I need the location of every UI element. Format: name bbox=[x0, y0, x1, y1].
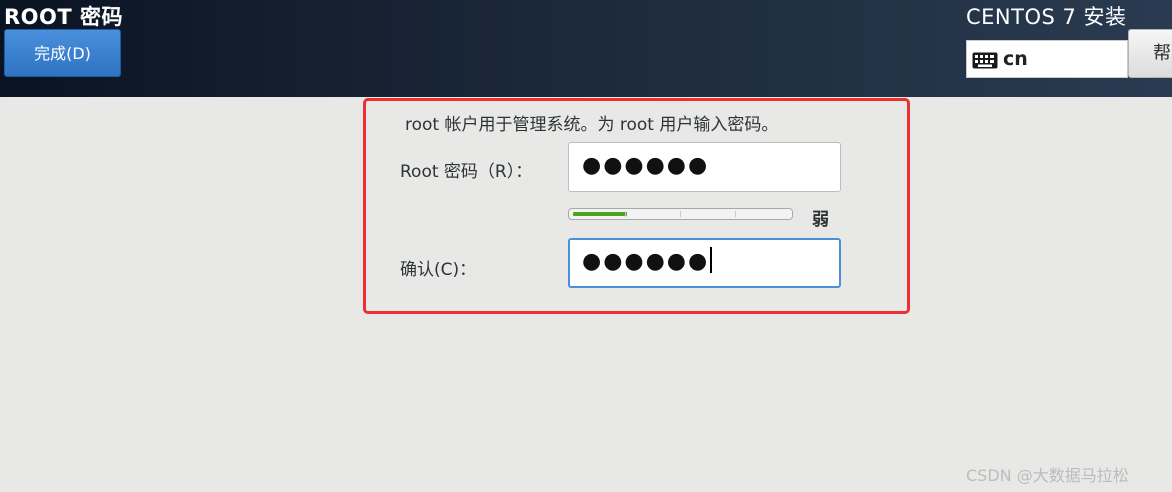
password-strength-label: 弱 bbox=[812, 210, 829, 230]
strength-segment-divider bbox=[735, 211, 736, 217]
install-title: CENTOS 7 安装 bbox=[966, 5, 1127, 29]
csdn-watermark: CSDN @大数据马拉松 bbox=[966, 466, 1129, 485]
strength-segment-divider bbox=[680, 211, 681, 217]
strength-segment-divider bbox=[625, 211, 626, 217]
text-cursor bbox=[710, 247, 713, 273]
root-account-description: root 帐户用于管理系统。为 root 用户输入密码。 bbox=[405, 115, 779, 135]
help-button[interactable]: 帮 bbox=[1128, 29, 1172, 78]
keyboard-icon bbox=[972, 52, 998, 69]
root-password-input[interactable]: ●●●●●● bbox=[568, 142, 841, 192]
done-button[interactable]: 完成(D) bbox=[4, 29, 121, 77]
password-strength-bar bbox=[568, 208, 793, 220]
header-bar: ROOT 密码 完成(D) CENTOS 7 安装 cn 帮 bbox=[0, 0, 1172, 97]
confirm-password-value: ●●●●●● bbox=[582, 249, 710, 274]
confirm-password-input[interactable]: ●●●●●● bbox=[568, 238, 841, 288]
root-password-value: ●●●●●● bbox=[582, 153, 710, 178]
keyboard-layout-label: cn bbox=[1003, 48, 1028, 70]
password-strength-fill bbox=[573, 212, 627, 216]
root-password-label: Root 密码（R）： bbox=[400, 162, 533, 182]
page-title: ROOT 密码 bbox=[4, 5, 124, 29]
keyboard-layout-indicator[interactable]: cn bbox=[966, 40, 1128, 78]
confirm-password-label: 确认(C)： bbox=[400, 260, 477, 280]
